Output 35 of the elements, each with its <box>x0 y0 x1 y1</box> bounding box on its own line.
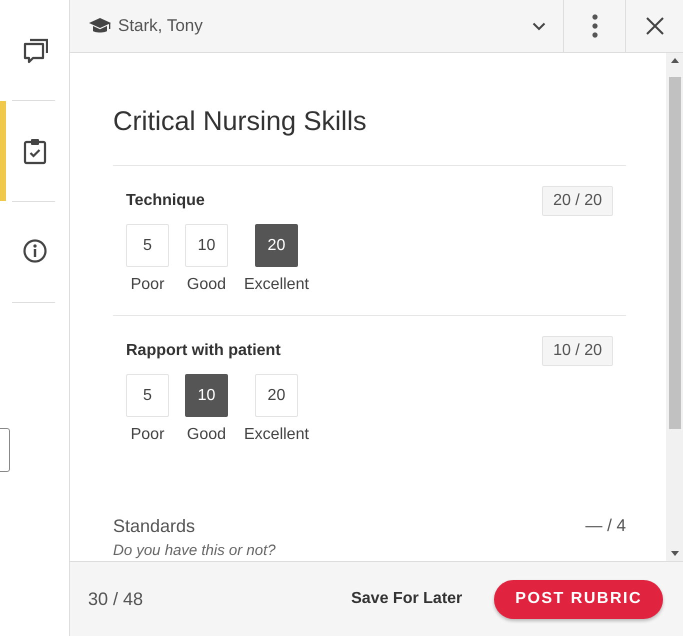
save-for-later-button[interactable]: Save For Later <box>351 587 462 611</box>
rating-label: Poor <box>130 275 164 296</box>
criterion-score: 10 / 20 <box>542 336 613 366</box>
close-icon <box>646 17 664 35</box>
rating-label: Good <box>186 425 226 446</box>
rating-label: Excellent <box>244 275 309 296</box>
criterion-score: 20 / 20 <box>542 186 613 216</box>
rating-label: Excellent <box>244 425 309 446</box>
clipboard-check-icon <box>22 137 48 165</box>
rating-button[interactable]: 5 <box>126 224 169 268</box>
scroll-down-icon[interactable] <box>670 551 678 556</box>
rating-label: Poor <box>130 425 164 446</box>
criterion-name: Technique <box>126 191 205 212</box>
criterion-name: Rapport with patient <box>126 341 281 362</box>
scroll-up-icon[interactable] <box>670 58 678 63</box>
scrollbar-thumb[interactable] <box>668 77 680 429</box>
rating-button[interactable]: 5 <box>126 374 169 418</box>
rubric-title: Critical Nursing Skills <box>113 105 368 138</box>
graduation-cap-icon <box>88 17 112 35</box>
more-icon <box>592 14 598 38</box>
rating-button[interactable]: 10 <box>185 374 228 418</box>
rating-button[interactable]: 10 <box>185 224 228 268</box>
rating-button[interactable]: 20 <box>254 374 298 418</box>
standards-title: Standards <box>113 515 196 538</box>
scrollbar[interactable] <box>666 53 683 561</box>
standards-description: Do you have this or not? <box>113 541 276 561</box>
comments-icon <box>22 36 48 64</box>
post-rubric-button[interactable]: POST RUBRIC <box>494 580 663 618</box>
rating-button[interactable]: 20 <box>254 224 298 268</box>
chevron-down-icon <box>532 22 546 30</box>
panel-handle[interactable] <box>0 428 10 472</box>
rating-label: Good <box>186 275 226 296</box>
student-name: Stark, Tony <box>118 15 203 38</box>
total-score: 30 / 48 <box>88 588 144 610</box>
standards-score: — / 4 <box>585 515 626 538</box>
